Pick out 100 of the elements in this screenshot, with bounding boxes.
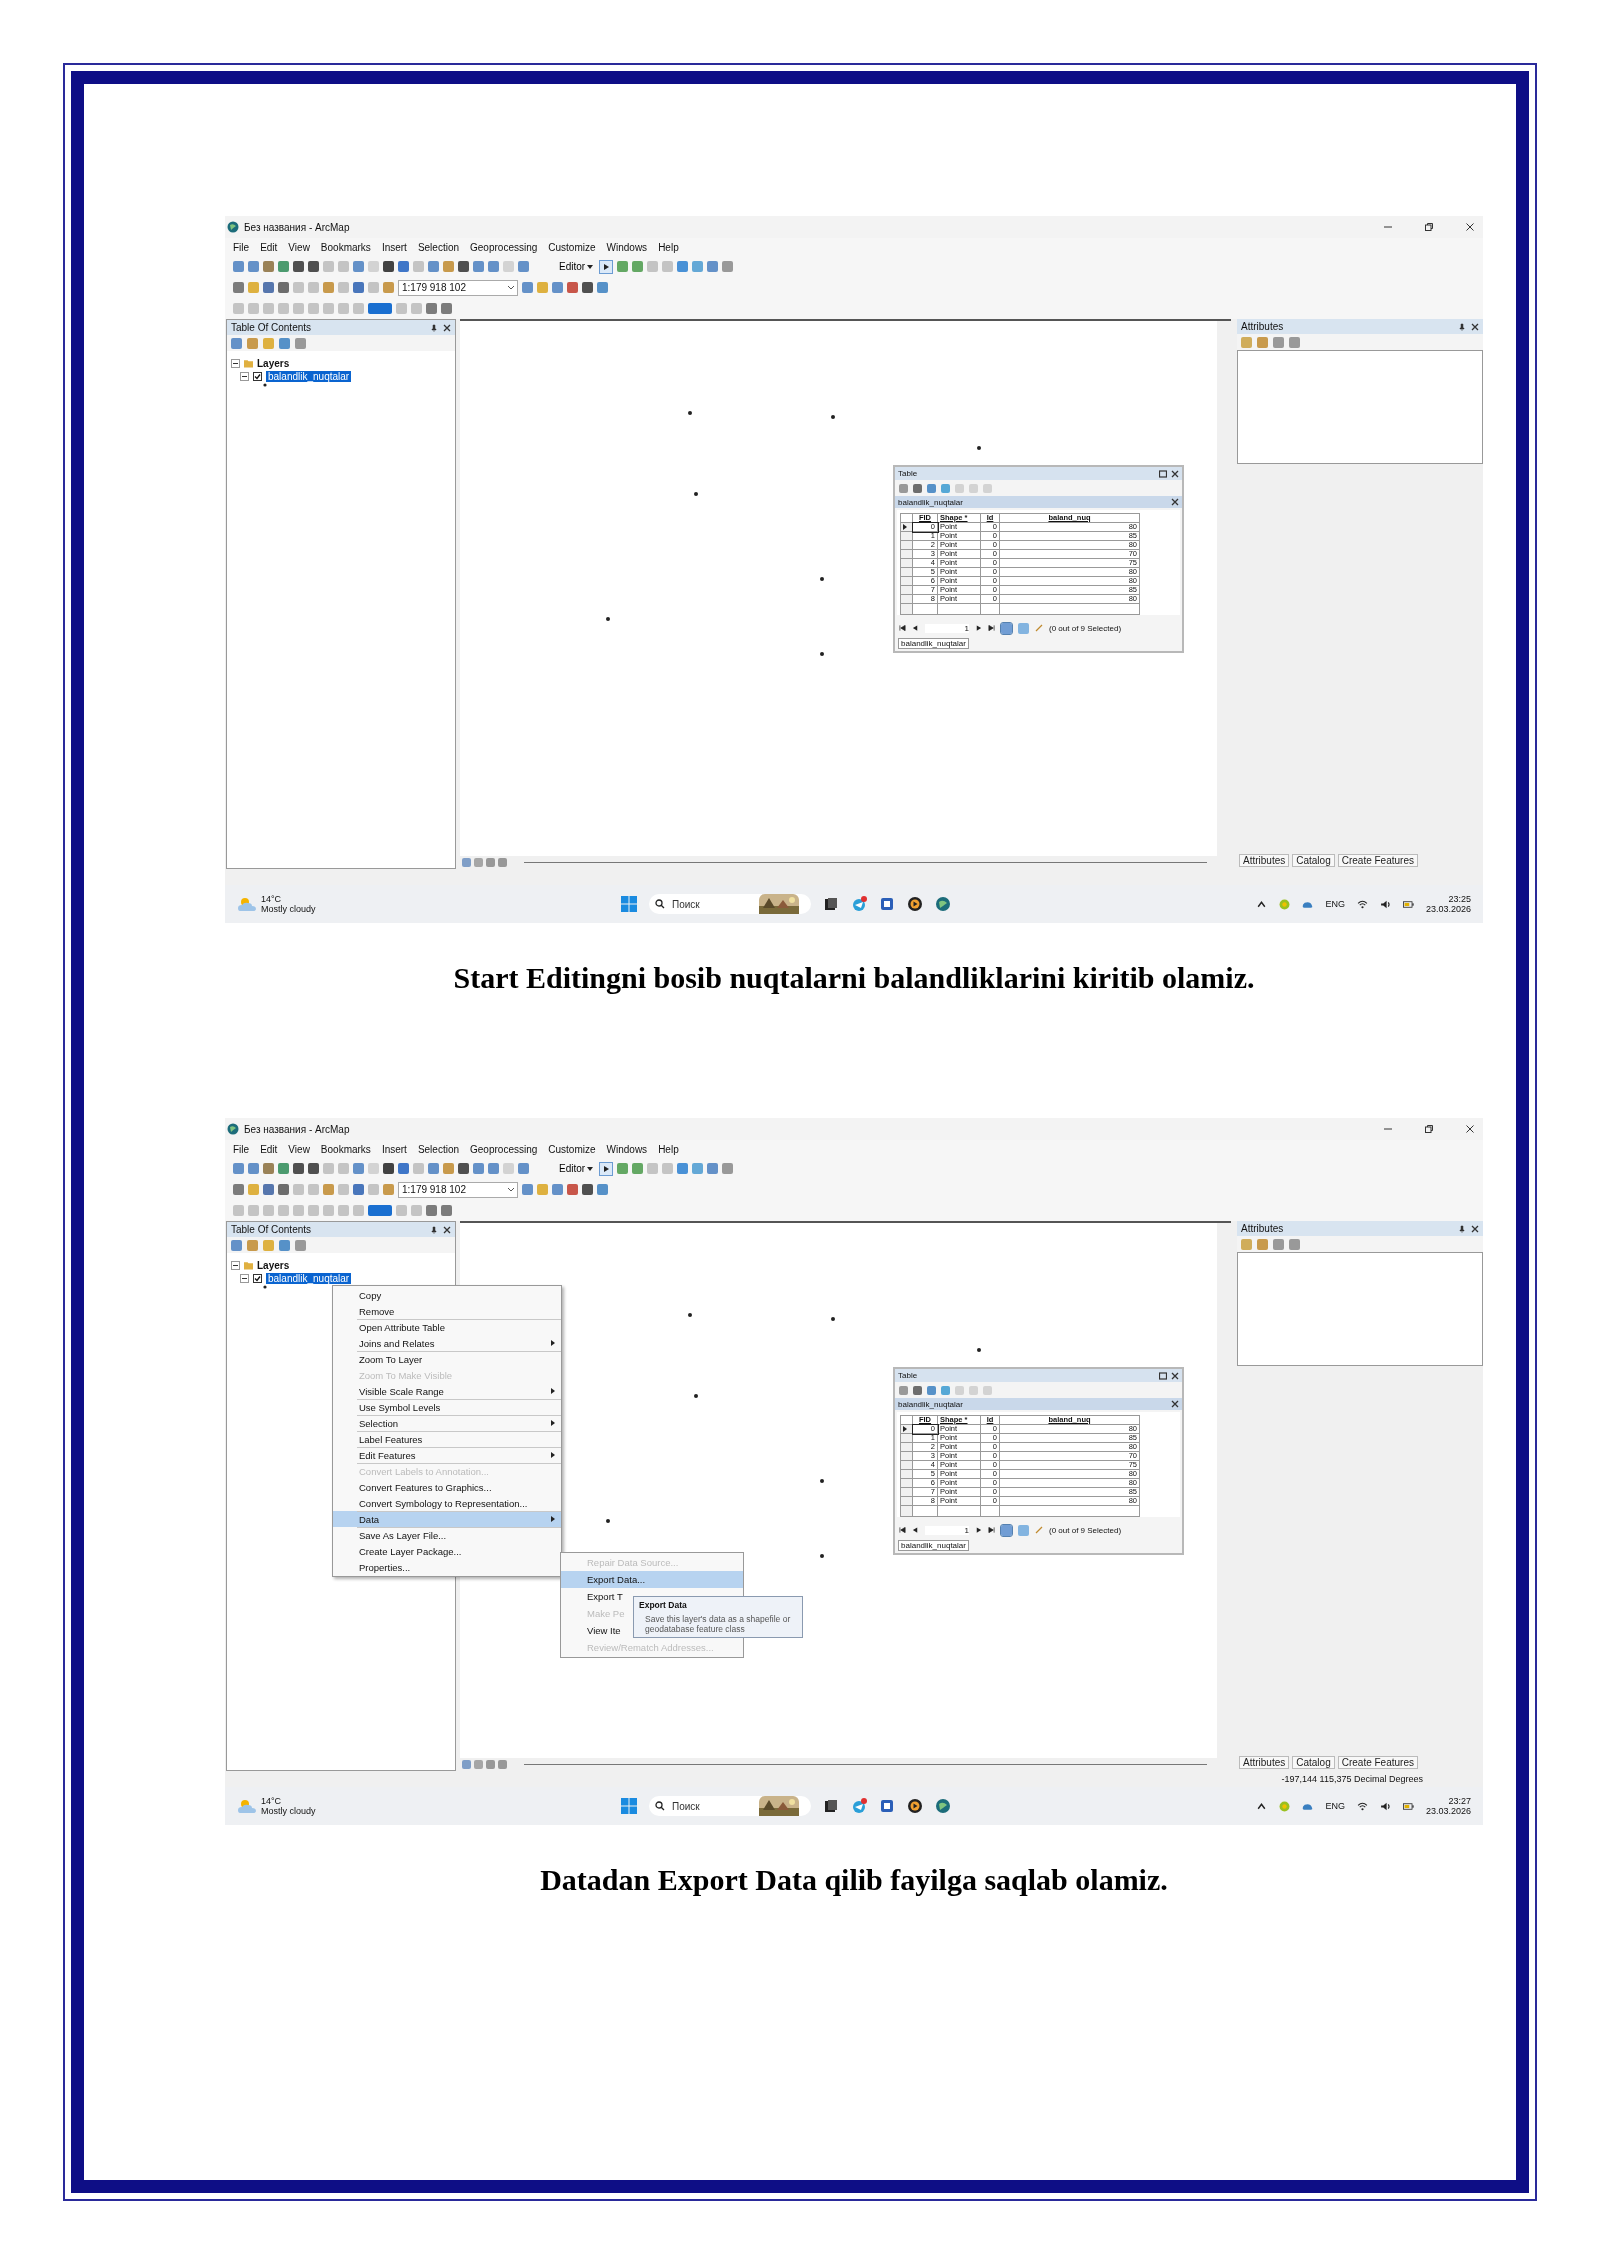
restore-icon[interactable] — [1424, 222, 1434, 232]
menu-item[interactable]: Data — [333, 1511, 561, 1527]
close-icon[interactable] — [1171, 1371, 1179, 1380]
map-point[interactable] — [606, 1519, 610, 1523]
tool-icon[interactable] — [295, 1239, 306, 1251]
tool-icon[interactable] — [383, 1163, 394, 1174]
tool-icon[interactable] — [231, 337, 242, 349]
map-point[interactable] — [820, 1554, 824, 1558]
map-point[interactable] — [820, 652, 824, 656]
scale-field[interactable]: 1:179 918 102 — [398, 279, 518, 296]
tray-app-icon[interactable] — [1279, 898, 1291, 910]
menu-item[interactable]: Bookmarks — [320, 241, 371, 253]
map-point[interactable] — [977, 1348, 981, 1352]
document-app-icon[interactable] — [879, 1798, 895, 1814]
language-indicator[interactable]: ENG — [1325, 1801, 1345, 1811]
menu-item[interactable]: Help — [658, 241, 679, 253]
tool-icon[interactable] — [1273, 336, 1284, 348]
cloud-icon[interactable] — [237, 896, 257, 912]
menu-item[interactable]: Create Layer Package... — [333, 1543, 561, 1559]
speaker-icon[interactable] — [1379, 1800, 1391, 1812]
collapse-icon[interactable] — [231, 359, 240, 368]
dock-tab[interactable]: Catalog — [1292, 854, 1335, 867]
menu-item[interactable]: Windows — [606, 1143, 648, 1155]
tool-icon[interactable] — [353, 282, 364, 293]
maximize-icon[interactable] — [1159, 469, 1167, 478]
task-view-icon[interactable] — [823, 1798, 839, 1814]
cloud-icon[interactable] — [237, 1798, 257, 1814]
scrollbar[interactable] — [524, 1764, 1207, 1765]
tool-icon[interactable] — [231, 1239, 242, 1251]
globe-app-icon[interactable] — [935, 896, 951, 912]
dock-tab[interactable]: Attributes — [1239, 1756, 1290, 1769]
tool-icon[interactable] — [597, 1184, 608, 1195]
menu-item[interactable]: Properties... — [333, 1559, 561, 1575]
tool-icon[interactable] — [518, 261, 529, 272]
pin-icon[interactable] — [430, 323, 438, 332]
pin-icon[interactable] — [430, 1225, 438, 1234]
tool-icon[interactable] — [567, 1184, 578, 1195]
close-icon[interactable] — [1471, 322, 1479, 331]
map-point[interactable] — [820, 577, 824, 581]
tool-icon[interactable] — [458, 261, 469, 272]
wifi-icon[interactable] — [1356, 1800, 1368, 1812]
tool-icon[interactable] — [426, 1205, 437, 1216]
restore-icon[interactable] — [1424, 1124, 1434, 1134]
tray-app-icon[interactable] — [1279, 1800, 1291, 1812]
tool-icon[interactable] — [1257, 1238, 1268, 1250]
tool-icon[interactable] — [353, 1163, 364, 1174]
menu-item[interactable]: View — [288, 241, 310, 253]
menu-item[interactable]: Selection — [417, 1143, 460, 1155]
close-icon[interactable] — [1171, 469, 1179, 478]
map-point[interactable] — [606, 617, 610, 621]
map-point[interactable] — [820, 1479, 824, 1483]
tool-icon[interactable] — [518, 1163, 529, 1174]
tool-icon[interactable] — [279, 337, 290, 349]
close-icon[interactable] — [1171, 498, 1179, 506]
tool-icon[interactable] — [1257, 336, 1268, 348]
speaker-icon[interactable] — [1379, 898, 1391, 910]
last-record-icon[interactable] — [988, 1527, 995, 1533]
previous-record-icon[interactable] — [912, 1527, 919, 1533]
tool-icon[interactable] — [677, 1163, 689, 1174]
tool-icon[interactable] — [1289, 1238, 1300, 1250]
battery-icon[interactable] — [1402, 1800, 1414, 1812]
tool-icon[interactable] — [278, 1163, 289, 1174]
tool-icon[interactable] — [293, 261, 304, 272]
tool-icon[interactable] — [441, 1205, 452, 1216]
close-icon[interactable] — [1465, 222, 1475, 232]
map-point[interactable] — [831, 415, 835, 419]
dock-tab[interactable]: Attributes — [1239, 854, 1290, 867]
tool-icon[interactable] — [722, 261, 734, 272]
tool-icon[interactable] — [632, 1163, 644, 1174]
task-view-icon[interactable] — [823, 896, 839, 912]
tool-icon[interactable] — [707, 1163, 719, 1174]
map-point[interactable] — [688, 1313, 692, 1317]
menu-item[interactable]: Insert — [381, 241, 407, 253]
tool-icon[interactable] — [552, 1184, 563, 1195]
tool-icon[interactable] — [248, 261, 259, 272]
map-point[interactable] — [977, 446, 981, 450]
menu-item[interactable]: Insert — [381, 1143, 407, 1155]
search-input[interactable]: Поиск — [670, 897, 754, 911]
clock-time[interactable]: 23:27 — [1448, 1796, 1471, 1806]
close-icon[interactable] — [1465, 1124, 1475, 1134]
tool-icon[interactable] — [473, 261, 484, 272]
map-point[interactable] — [688, 411, 692, 415]
next-record-icon[interactable] — [975, 625, 982, 631]
tool-icon[interactable] — [233, 1184, 244, 1195]
menu-item[interactable]: Help — [658, 1143, 679, 1155]
pin-icon[interactable] — [1458, 1224, 1466, 1233]
windows-start-icon[interactable] — [621, 896, 637, 912]
tool-icon[interactable] — [308, 261, 319, 272]
editor-menu-button[interactable]: Editor — [557, 261, 596, 272]
collapse-icon[interactable] — [231, 1261, 240, 1270]
scrollbar[interactable] — [524, 862, 1207, 863]
tool-icon[interactable] — [522, 1184, 533, 1195]
layer-item[interactable]: balandlik_nuqtalar — [266, 371, 352, 382]
search-field[interactable]: Поиск — [649, 894, 811, 914]
layer-item[interactable]: balandlik_nuqtalar — [266, 1273, 352, 1284]
menu-item[interactable]: Export Data... — [561, 1571, 743, 1588]
tool-icon[interactable] — [233, 261, 244, 272]
dock-tab[interactable]: Create Features — [1337, 1756, 1418, 1769]
tool-icon[interactable] — [353, 261, 364, 272]
close-icon[interactable] — [443, 323, 451, 332]
